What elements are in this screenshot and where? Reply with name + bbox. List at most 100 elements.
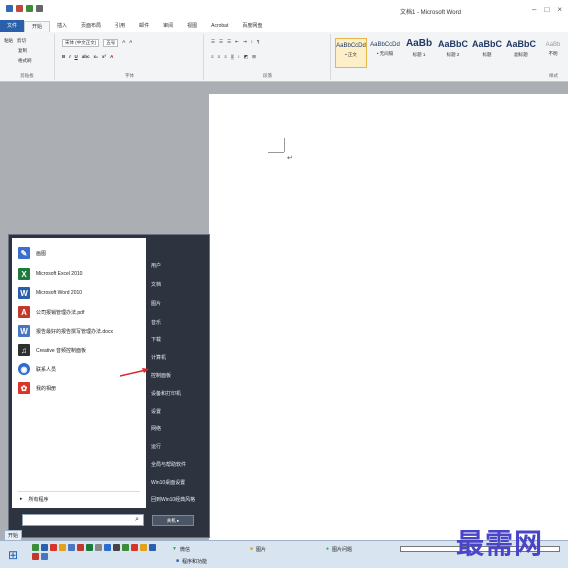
format-painter-button[interactable]: 格式刷 [18, 58, 32, 64]
place-documents[interactable]: 文档 [151, 281, 161, 288]
style-heading-2[interactable]: AaBbC 标题 2 [437, 38, 469, 68]
tab-acrobat[interactable]: Acrobat [204, 20, 235, 32]
redo-icon[interactable] [36, 5, 43, 12]
style-title[interactable]: AaBbC 标题 [471, 38, 503, 68]
align-left-icon[interactable]: ≡ [211, 54, 214, 60]
recent-pdf[interactable]: A 公司报销管理办法.pdf [18, 303, 84, 321]
place-control-panel[interactable]: 控制面板 [151, 372, 171, 379]
close-icon[interactable]: × [557, 5, 562, 14]
subscript-icon[interactable]: x₂ [94, 54, 99, 59]
place-user[interactable]: 用户 [151, 262, 161, 269]
tab-file[interactable]: 文件 [0, 20, 25, 32]
taskbar-programs-features[interactable]: ■ 程序和功能 [176, 556, 207, 566]
app-icon[interactable] [68, 544, 75, 551]
save-icon[interactable] [16, 5, 23, 12]
cut-button[interactable]: 剪切 [17, 38, 26, 44]
style-heading-1[interactable]: AaBb 标题 1 [403, 38, 435, 68]
app-icon[interactable] [77, 544, 84, 551]
app-icon[interactable] [86, 544, 93, 551]
tab-page-layout[interactable]: 页面布局 [74, 20, 108, 32]
tab-references[interactable]: 引用 [108, 20, 132, 32]
tab-review[interactable]: 审阅 [156, 20, 180, 32]
minimize-icon[interactable]: – [532, 5, 536, 14]
font-name-select[interactable]: 宋体 (中文正文) [62, 39, 100, 47]
bullets-icon[interactable]: ☰ [211, 39, 215, 45]
paste-button[interactable]: 粘贴 [4, 38, 13, 44]
program-album[interactable]: ✿ 我的相册 [18, 379, 56, 397]
all-programs-button[interactable]: ▸ 所有程序 [20, 496, 49, 503]
line-spacing-icon[interactable]: ↕ [238, 54, 240, 60]
start-search-input[interactable]: ⌕ [22, 514, 144, 526]
search-icon[interactable]: ⌕ [135, 516, 139, 524]
strikethrough-icon[interactable]: abc [82, 54, 90, 59]
undo-icon[interactable] [26, 5, 33, 12]
grow-font-icon[interactable]: A [122, 39, 125, 47]
maximize-icon[interactable]: □ [544, 5, 549, 14]
align-center-icon[interactable]: ≡ [218, 54, 221, 60]
app-icon[interactable] [41, 553, 48, 560]
recent-docx[interactable]: W 报告最好的报告撰写管理办法.docx [18, 322, 113, 340]
borders-icon[interactable]: ⊞ [252, 54, 256, 60]
taskbar-pictures[interactable]: ■ 图片 [250, 544, 266, 554]
place-help-software[interactable]: 全局与帮助软件 [151, 461, 186, 468]
tab-view[interactable]: 视图 [180, 20, 204, 32]
place-downloads[interactable]: 下载 [151, 336, 161, 343]
app-icon[interactable] [122, 544, 129, 551]
app-icon[interactable] [149, 544, 156, 551]
underline-icon[interactable]: U [75, 54, 78, 59]
program-paint[interactable]: ✎ 画图 [18, 244, 46, 262]
font-size-select[interactable]: 五号 [103, 39, 119, 47]
app-icon[interactable] [140, 544, 147, 551]
style-normal[interactable]: AaBbCcDd • 正文 [335, 38, 367, 68]
align-right-icon[interactable]: ≡ [224, 54, 227, 60]
app-icon[interactable] [95, 544, 102, 551]
place-music[interactable]: 音乐 [151, 319, 161, 326]
taskbar-picture-issue[interactable]: ● 图片问题 [326, 544, 352, 554]
app-icon[interactable] [104, 544, 111, 551]
bold-icon[interactable]: B [62, 54, 65, 59]
numbering-icon[interactable]: ☰ [219, 39, 223, 45]
place-pictures[interactable]: 图片 [151, 300, 161, 307]
app-icon[interactable] [32, 553, 39, 560]
taskbar-wechat[interactable]: ▼ 微信 [172, 544, 190, 554]
place-settings[interactable]: 设置 [151, 408, 161, 415]
decrease-indent-icon[interactable]: ⇤ [235, 39, 239, 45]
justify-icon[interactable]: ≡ [230, 54, 234, 60]
style-subtle[interactable]: AaBb 不明 [539, 38, 567, 68]
place-computer[interactable]: 计算机 [151, 354, 166, 361]
tab-mailings[interactable]: 邮件 [132, 20, 156, 32]
app-icon[interactable] [131, 544, 138, 551]
app-icon[interactable] [41, 544, 48, 551]
app-icon[interactable] [32, 544, 39, 551]
show-marks-icon[interactable]: ¶ [257, 39, 259, 45]
place-run[interactable]: 运行 [151, 443, 161, 450]
app-icon[interactable] [113, 544, 120, 551]
shrink-font-icon[interactable]: A [129, 39, 132, 47]
tab-home[interactable]: 开始 [24, 20, 51, 32]
copy-button[interactable]: 复制 [18, 48, 27, 54]
style-subtitle[interactable]: AaBbC 副标题 [505, 38, 537, 68]
shading-icon[interactable]: ◩ [244, 54, 248, 60]
app-icon[interactable] [59, 544, 66, 551]
place-classic-style[interactable]: 回到Win10经典风格 [151, 496, 195, 503]
place-network[interactable]: 网络 [151, 425, 161, 432]
multilevel-list-icon[interactable]: ☰ [227, 39, 231, 45]
program-contacts[interactable]: ◉ 联系人员 [18, 360, 56, 378]
increase-indent-icon[interactable]: ⇥ [243, 39, 247, 45]
app-icon[interactable] [50, 544, 57, 551]
place-win10-settings[interactable]: Win10桌面设置 [151, 479, 185, 486]
style-no-spacing[interactable]: AaBbCcDd • 无间隔 [369, 38, 401, 68]
place-devices-printers[interactable]: 设备和打印机 [151, 390, 181, 397]
program-creative[interactable]: ♫ Creative 音频控制面板 [18, 341, 86, 359]
superscript-icon[interactable]: x² [102, 54, 106, 59]
shutdown-button[interactable]: 关机 ▸ [152, 515, 194, 526]
tab-baidu-pan[interactable]: 百度网盘 [235, 20, 269, 32]
tab-insert[interactable]: 插入 [50, 20, 74, 32]
font-color-icon[interactable]: A [110, 54, 113, 59]
program-excel[interactable]: X Microsoft Excel 2010 [18, 265, 82, 283]
italic-icon[interactable]: I [69, 54, 70, 59]
program-word[interactable]: W Microsoft Word 2010 [18, 284, 82, 302]
start-button[interactable]: ⊞ [4, 544, 22, 566]
document-page[interactable]: ↵ [209, 94, 568, 540]
sort-icon[interactable]: ↕ [251, 39, 253, 45]
